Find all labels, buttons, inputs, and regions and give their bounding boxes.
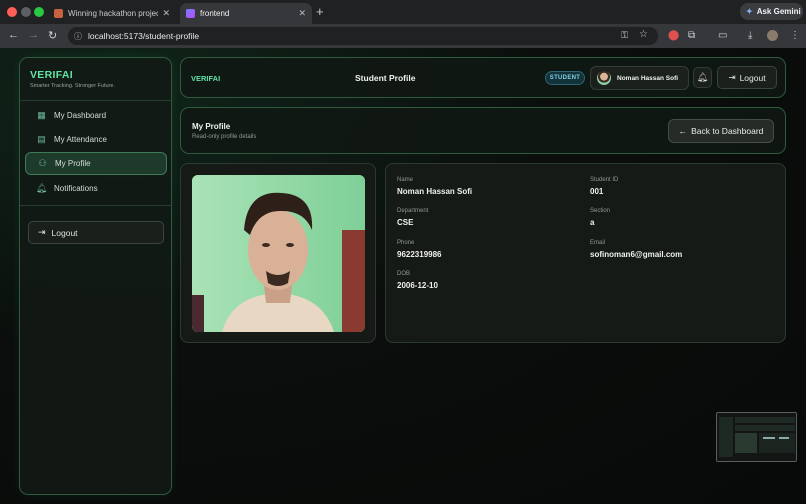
browser-tab-frontend[interactable]: frontend ✕: [180, 3, 312, 24]
tab-favicon-icon: [54, 9, 63, 18]
new-tab-icon[interactable]: +: [316, 4, 324, 19]
sidebar-tagline: Smarter Tracking. Stronger Future.: [30, 83, 115, 89]
top-bar: VERIFAI Student Profile STUDENT Noman Ha…: [180, 57, 786, 98]
maximize-window-button[interactable]: [34, 7, 44, 17]
logout-icon: ⇥: [38, 227, 46, 237]
sidebar-item-attendance[interactable]: ▤ My Attendance: [25, 128, 167, 151]
sidebar-logout-button[interactable]: ⇥ Logout: [28, 221, 164, 244]
profile-photo: [192, 175, 365, 332]
extension-shield-icon[interactable]: ⬤: [668, 30, 679, 41]
side-panel-icon[interactable]: ▭: [718, 30, 727, 41]
avatar: [597, 71, 611, 85]
bell-icon: 🔔︎: [696, 72, 709, 82]
download-icon[interactable]: ⤓: [748, 30, 752, 41]
role-badge: STUDENT: [545, 71, 585, 85]
logout-icon: ⇥: [728, 72, 736, 82]
reload-icon[interactable]: ↻: [48, 29, 57, 42]
section-title: My Profile: [192, 122, 231, 131]
user-icon: ⚇: [38, 158, 47, 168]
sidebar-brand: VERIFAI: [30, 69, 73, 81]
browser-toolbar: ← → ↻ ⓘ localhost:5173/student-profile ⚿…: [0, 24, 806, 48]
close-window-button[interactable]: [7, 7, 17, 17]
back-to-dashboard-button[interactable]: ← Back to Dashboard: [668, 119, 774, 143]
screen-preview-image: [717, 413, 796, 461]
arrow-left-icon: ←: [678, 126, 688, 136]
screen-preview-thumbnail[interactable]: [716, 412, 797, 462]
vite-favicon-icon: [186, 9, 195, 18]
sidebar-item-dashboard[interactable]: ▦ My Dashboard: [25, 104, 167, 127]
field-dob: DOB 2006-12-10: [397, 271, 438, 290]
sidebar: VERIFAI Smarter Tracking. Stronger Futur…: [19, 57, 172, 495]
browser-menu-icon[interactable]: ⋮: [790, 30, 800, 41]
browser-profile-avatar[interactable]: [767, 30, 778, 41]
forward-arrow-icon[interactable]: →: [28, 29, 39, 41]
grid-icon: ▦: [37, 110, 46, 120]
ask-gemini-button[interactable]: ✦ Ask Gemini: [740, 3, 803, 20]
sidebar-item-notifications[interactable]: 🔔︎ Notifications: [25, 177, 167, 200]
sidebar-divider: [20, 100, 171, 101]
minimize-window-button[interactable]: [21, 7, 31, 17]
sidebar-item-profile[interactable]: ⚇ My Profile: [25, 152, 167, 175]
profile-header-card: My Profile Read-only profile details ← B…: [180, 107, 786, 154]
bookmark-star-icon[interactable]: ☆: [639, 29, 648, 40]
profile-photo-card: [180, 163, 376, 343]
field-phone: Phone 9622319986: [397, 240, 442, 259]
close-tab-icon[interactable]: ✕: [298, 8, 306, 19]
page-title: Student Profile: [355, 73, 416, 83]
back-arrow-icon[interactable]: ←: [8, 29, 19, 41]
profile-photo-image: [192, 175, 365, 332]
close-tab-icon[interactable]: ✕: [162, 8, 170, 19]
gemini-sparkle-icon: ✦: [746, 7, 753, 16]
sidebar-divider: [20, 205, 171, 206]
clipboard-icon: ▤: [37, 134, 46, 144]
field-email: Email sofinoman6@gmail.com: [590, 240, 683, 259]
address-bar[interactable]: ⓘ localhost:5173/student-profile ⚿ ☆: [68, 27, 658, 45]
site-info-icon[interactable]: ⓘ: [74, 31, 82, 42]
field-department: Department CSE: [397, 208, 429, 227]
field-student-id: Student ID 001: [590, 177, 619, 196]
password-key-icon[interactable]: ⚿: [621, 30, 628, 41]
profile-details-card: Name Noman Hassan Sofi Student ID 001 De…: [385, 163, 786, 343]
browser-tab-bar: Winning hackathon project st ✕ frontend …: [0, 0, 806, 24]
field-name: Name Noman Hassan Sofi: [397, 177, 473, 196]
topbar-logout-button[interactable]: ⇥ Logout: [717, 66, 777, 89]
user-chip[interactable]: Noman Hassan Sofi: [590, 66, 689, 90]
notifications-button[interactable]: 🔔︎: [693, 67, 712, 88]
bell-icon: 🔔︎: [35, 183, 48, 193]
field-section: Section a: [590, 208, 611, 227]
topbar-brand: VERIFAI: [191, 74, 221, 83]
app-viewport: VERIFAI Smarter Tracking. Stronger Futur…: [0, 48, 806, 504]
section-subtitle: Read-only profile details: [192, 134, 257, 140]
browser-tab-hackathon[interactable]: Winning hackathon project st ✕: [48, 3, 176, 24]
extensions-puzzle-icon[interactable]: ⧉: [688, 30, 695, 41]
